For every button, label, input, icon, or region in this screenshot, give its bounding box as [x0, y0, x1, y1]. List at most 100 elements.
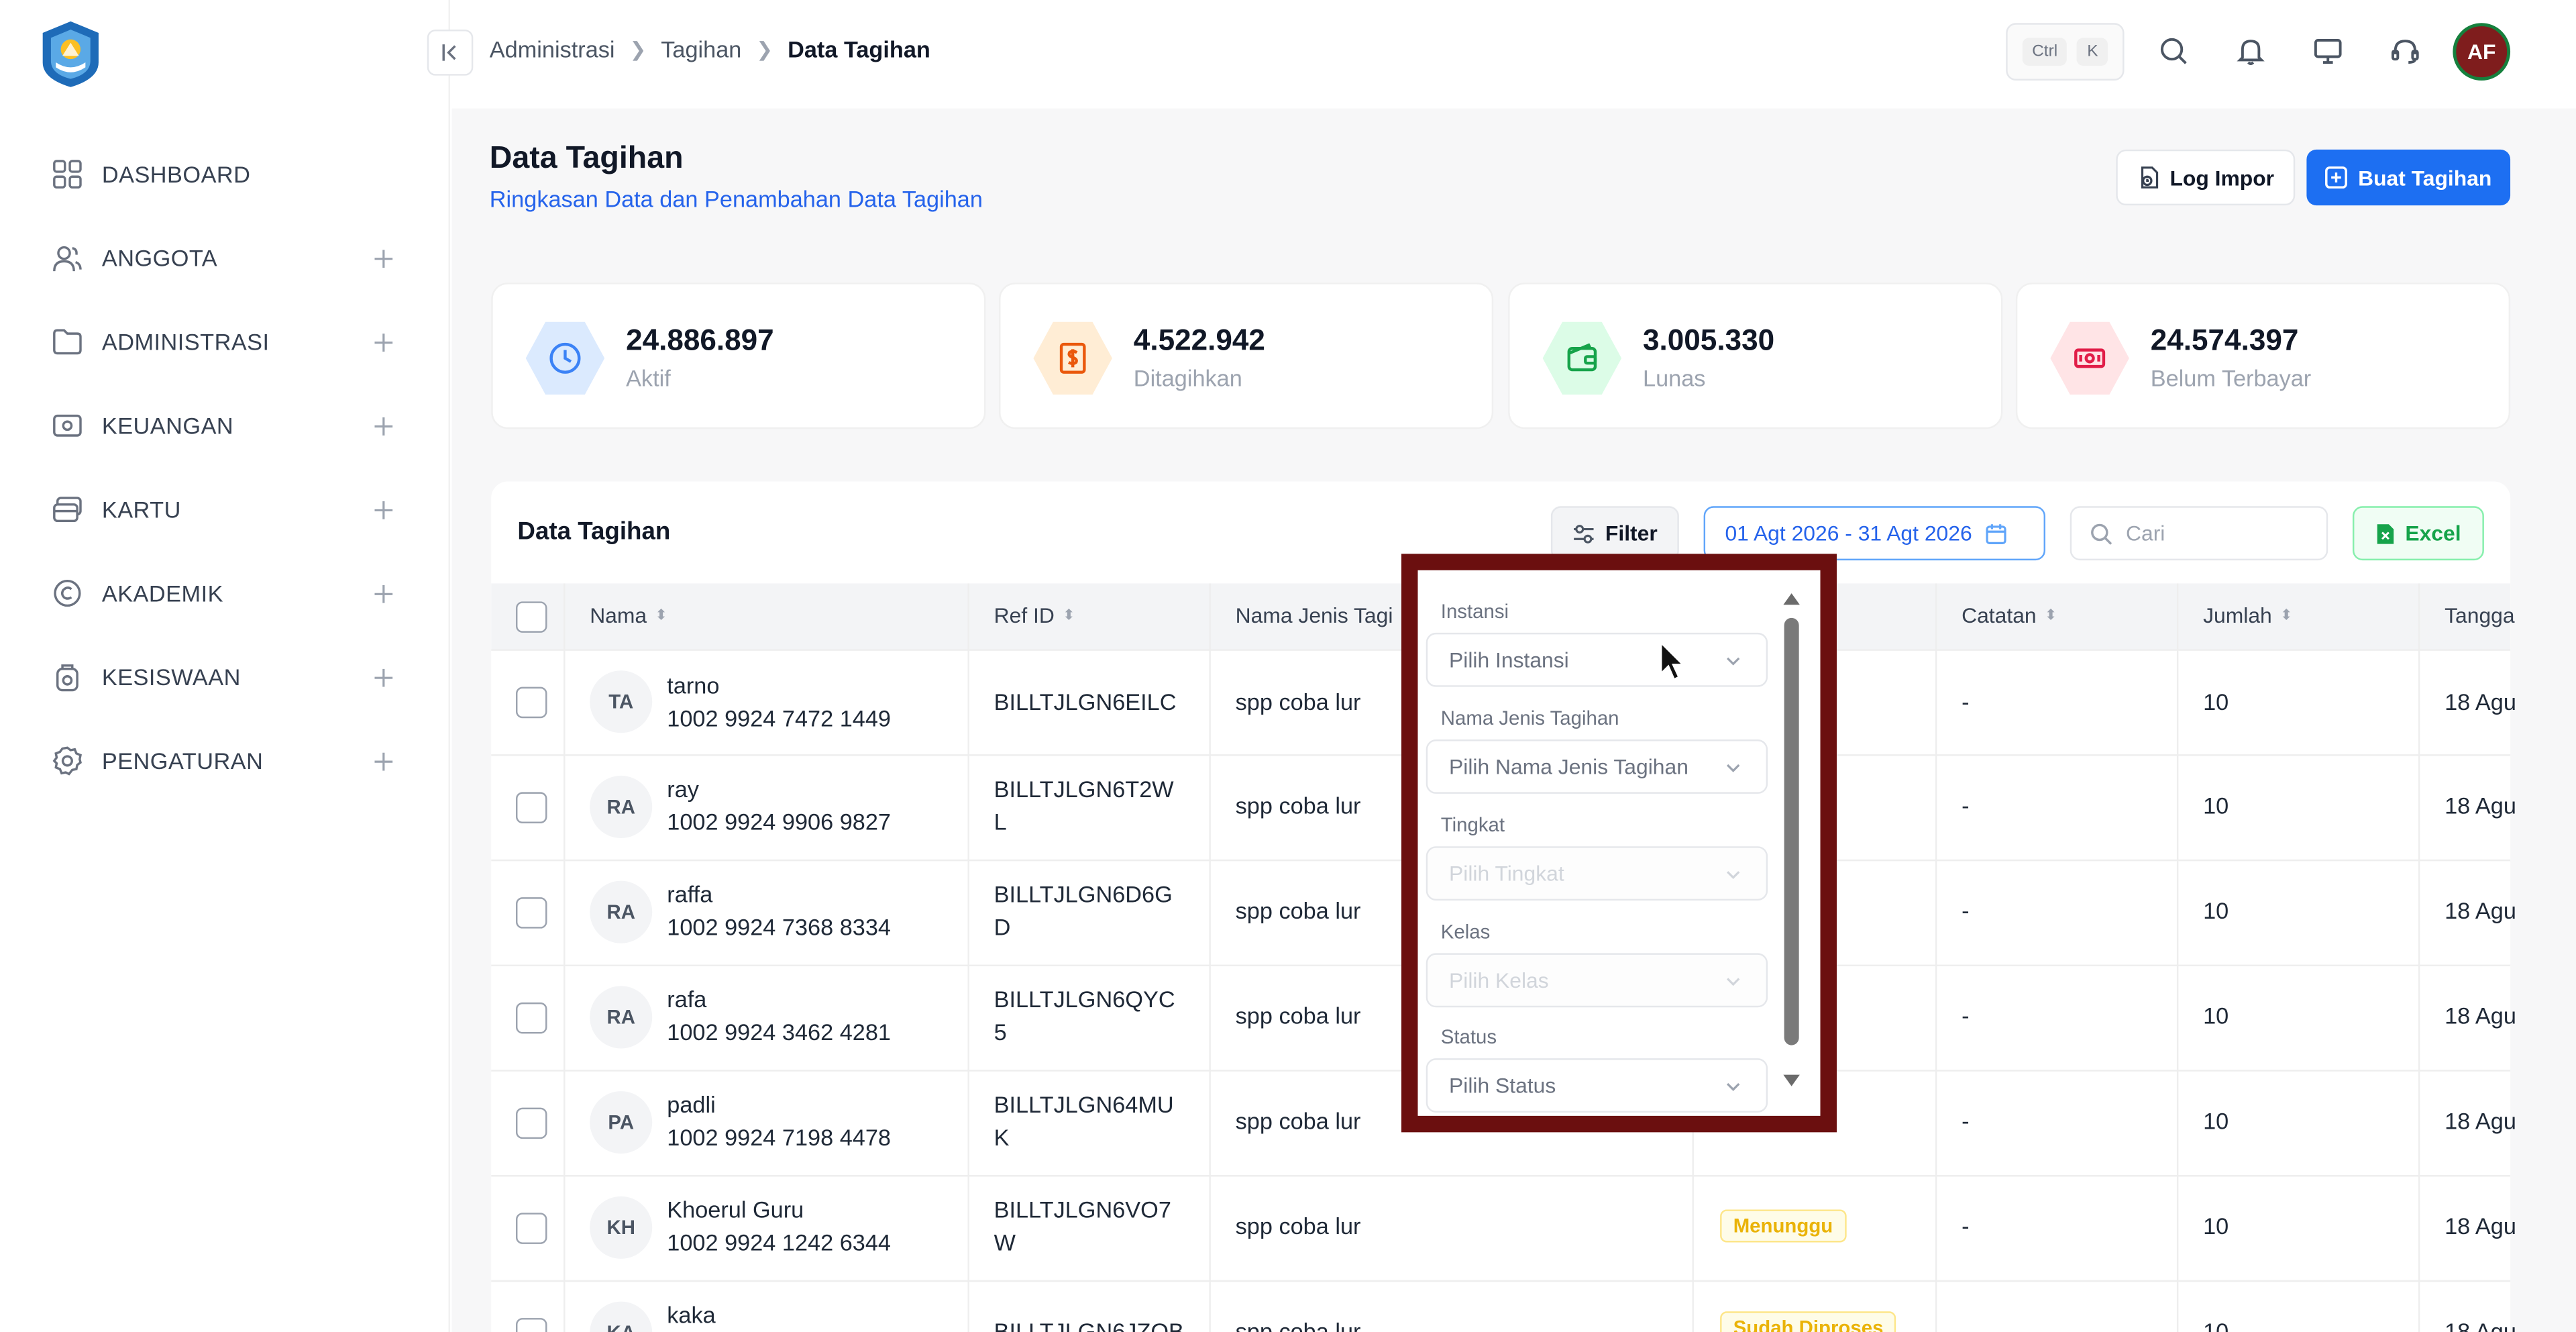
row-ref-id-continued: W — [994, 1229, 1016, 1256]
row-name[interactable]: rafa — [667, 983, 706, 1016]
row-avatar: RA — [590, 986, 653, 1049]
sidebar-item-kartu[interactable]: KARTU — [36, 480, 405, 539]
sidebar-item-administrasi[interactable]: ADMINISTRASI — [36, 312, 405, 371]
collapse-sidebar-button[interactable] — [427, 30, 474, 76]
import-log-icon — [2141, 166, 2158, 189]
row-name[interactable]: tarno — [667, 669, 719, 702]
instansi-select[interactable]: Pilih Instansi — [1426, 632, 1768, 687]
monitor-icon[interactable] — [2310, 33, 2346, 69]
sidebar-item-dashboard[interactable]: DASHBOARD — [36, 145, 405, 204]
search-icon[interactable] — [2155, 33, 2192, 69]
date-range-value: 01 Agt 2026 - 31 Agt 2026 — [1725, 521, 1972, 546]
row-jumlah: 10 — [2203, 1318, 2229, 1332]
expand-plus-icon[interactable] — [371, 246, 394, 269]
row-checkbox[interactable] — [515, 1318, 547, 1332]
column-header-ref-id[interactable]: Ref ID ⬍ — [994, 603, 1075, 628]
breadcrumb-current: Data Tagihan — [788, 36, 930, 63]
expand-plus-icon[interactable] — [371, 666, 394, 688]
row-name[interactable]: raffa — [667, 878, 712, 911]
row-checkbox[interactable] — [515, 686, 547, 719]
sort-icon: ⬍ — [1063, 606, 1075, 623]
row-name[interactable]: padli — [667, 1088, 715, 1121]
row-divider — [491, 1280, 2511, 1282]
table-search-input[interactable]: Cari — [2070, 506, 2328, 561]
column-header-nama[interactable]: Nama ⬍ — [590, 603, 667, 628]
breadcrumb: Administrasi ❯ Tagihan ❯ Data Tagihan — [490, 36, 930, 62]
row-catatan: - — [1962, 1318, 1970, 1332]
user-avatar[interactable]: AF — [2453, 23, 2511, 81]
column-header-tanggal[interactable]: Tangga — [2445, 603, 2514, 628]
create-bill-button[interactable]: Buat Tagihan — [2306, 149, 2511, 206]
filter-label-status: Status — [1440, 1025, 1497, 1049]
status-badge: Menunggu — [1720, 1209, 1846, 1243]
row-catatan: - — [1962, 688, 1970, 715]
row-tanggal: 18 Agu — [2445, 1002, 2516, 1029]
row-avatar: RA — [590, 880, 653, 943]
sidebar-item-anggota[interactable]: ANGGOTA — [36, 228, 405, 287]
row-jumlah: 10 — [2203, 1213, 2229, 1239]
row-checkbox[interactable] — [515, 897, 547, 929]
column-header-jenis-tagihan[interactable]: Nama Jenis Tagi — [1236, 603, 1393, 628]
filter-button[interactable]: Filter — [1550, 506, 1679, 561]
sidebar-item-kesiswaan[interactable]: KESISWAAN — [36, 648, 405, 707]
row-ref-id-continued: K — [994, 1124, 1010, 1151]
row-name[interactable]: ray — [667, 772, 699, 805]
expand-plus-icon[interactable] — [371, 582, 394, 605]
jenis-tagihan-placeholder: Pilih Nama Jenis Tagihan — [1449, 754, 1688, 779]
support-icon[interactable] — [2387, 33, 2423, 69]
row-ref-id-continued: 5 — [994, 1019, 1007, 1045]
expand-plus-icon[interactable] — [371, 414, 394, 437]
expand-plus-icon[interactable] — [371, 498, 394, 521]
export-excel-button[interactable]: Excel — [2352, 506, 2484, 561]
breadcrumb-administrasi[interactable]: Administrasi — [490, 36, 615, 62]
row-catatan: - — [1962, 1107, 1970, 1134]
jenis-tagihan-select[interactable]: Pilih Nama Jenis Tagihan — [1426, 739, 1768, 794]
row-tanggal: 18 Agu — [2445, 1107, 2516, 1134]
sort-icon: ⬍ — [2280, 606, 2293, 623]
row-number: 1002 9924 7198 4478 — [667, 1124, 891, 1151]
row-tanggal: 18 Agu — [2445, 792, 2516, 819]
command-shortcut[interactable]: Ctrl K — [2006, 23, 2125, 81]
status-select[interactable]: Pilih Status — [1426, 1058, 1768, 1113]
column-header-catatan[interactable]: Catatan ⬍ — [1962, 603, 2057, 628]
select-all-checkbox[interactable] — [515, 601, 547, 633]
stat-card-lunas: 3.005.330 Lunas — [1508, 283, 2003, 429]
row-ref-id: BILLTJLGN6D6G — [994, 880, 1173, 907]
stat-card-belum-terbayar: 24.574.397 Belum Terbayar — [2015, 283, 2511, 429]
expand-plus-icon[interactable] — [371, 330, 394, 353]
chevron-down-icon — [1726, 657, 1740, 666]
scrollbar-thumb[interactable] — [1784, 617, 1799, 1045]
sidebar-item-label: KEUANGAN — [101, 412, 234, 439]
column-divider — [2176, 583, 2179, 1332]
status-badge: Sudah Diproses — [1720, 1311, 1897, 1332]
row-name[interactable]: kaka — [667, 1298, 715, 1331]
date-range-picker[interactable]: 01 Agt 2026 - 31 Agt 2026 — [1703, 506, 2046, 561]
status-placeholder: Pilih Status — [1449, 1073, 1556, 1098]
expand-plus-icon[interactable] — [371, 750, 394, 772]
breadcrumb-tagihan[interactable]: Tagihan — [661, 36, 741, 62]
sidebar-item-keuangan[interactable]: KEUANGAN — [36, 396, 405, 455]
row-number: 1002 9924 7472 1449 — [667, 705, 891, 731]
row-ref-id: BILLTJLGN6T2W — [994, 775, 1174, 803]
row-catatan: - — [1962, 897, 1970, 924]
sidebar-item-akademik[interactable]: AKADEMIK — [36, 564, 405, 623]
card-icon — [51, 493, 84, 526]
row-checkbox[interactable] — [515, 1107, 547, 1139]
row-checkbox[interactable] — [515, 1213, 547, 1244]
row-avatar: KH — [590, 1196, 653, 1259]
row-ref-id: BILLTJLGN6JZOB — [994, 1318, 1184, 1332]
filter-label: Filter — [1605, 521, 1658, 546]
log-import-button[interactable]: Log Impor — [2116, 149, 2296, 206]
row-checkbox[interactable] — [515, 1002, 547, 1034]
row-checkbox[interactable] — [515, 792, 547, 823]
sidebar-item-pengaturan[interactable]: PENGATURAN — [36, 731, 405, 790]
chevron-down-icon — [1726, 871, 1740, 880]
shortcut-key-ctrl: Ctrl — [2022, 38, 2068, 66]
app-logo[interactable] — [36, 19, 105, 89]
filter-sliders-icon — [1574, 523, 1594, 543]
row-ref-id: BILLTJLGN64MU — [994, 1091, 1174, 1118]
academic-icon — [51, 577, 84, 610]
bell-icon[interactable] — [2233, 33, 2269, 69]
column-header-jumlah[interactable]: Jumlah ⬍ — [2203, 603, 2292, 628]
row-name[interactable]: Khoerul Guru — [667, 1193, 804, 1226]
